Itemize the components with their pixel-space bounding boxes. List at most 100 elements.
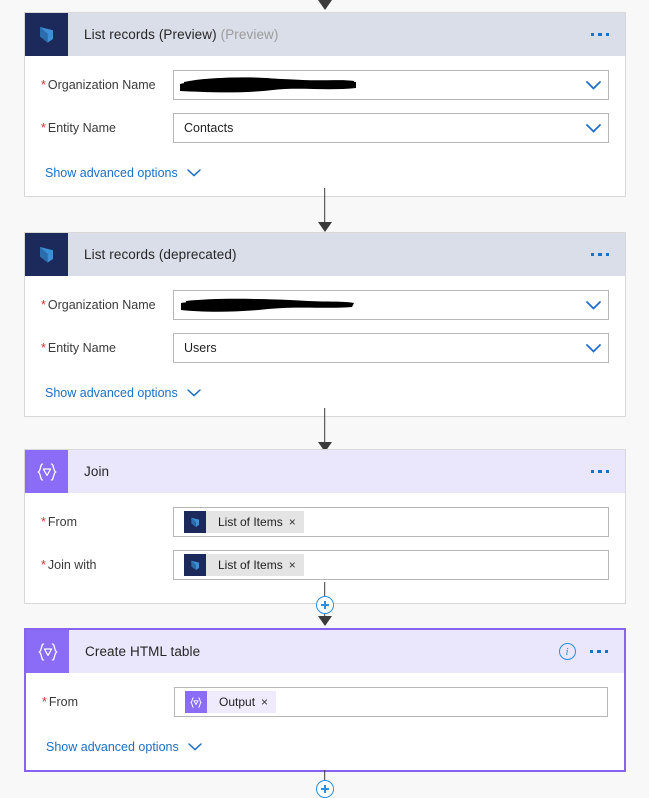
field-label-text: Organization Name [47, 298, 156, 312]
more-options-button[interactable] [590, 249, 609, 261]
field-label: * Join with [41, 558, 173, 572]
card-title: List records (deprecated) [84, 247, 237, 262]
field-label-text: Entity Name [47, 121, 116, 135]
redaction-marker [178, 293, 358, 318]
from-token-input[interactable]: Output × [174, 687, 608, 717]
info-icon[interactable]: i [558, 643, 576, 660]
field-label-text: Organization Name [47, 78, 156, 92]
connector-line-2 [324, 408, 326, 446]
card-title-suffix: (Preview) [220, 27, 279, 42]
action-card-create-html-table[interactable]: Create HTML table i * From Output × Show… [24, 628, 626, 772]
flow-designer-canvas: List records (Preview) (Preview) * Organi… [0, 0, 649, 798]
more-options-button[interactable] [589, 646, 608, 658]
data-operations-icon [26, 630, 69, 673]
card-header[interactable]: List records (deprecated) [25, 233, 625, 276]
redaction-marker [178, 73, 358, 98]
field-label: * Entity Name [41, 341, 173, 355]
entity-name-value: Users [184, 341, 217, 355]
data-operations-icon [25, 450, 68, 493]
field-label-text: From [48, 695, 79, 709]
card-body: * Organization Name * Entity [25, 56, 625, 196]
required-asterisk: * [42, 695, 47, 709]
token-label: List of Items [218, 515, 283, 529]
required-asterisk: * [41, 78, 46, 92]
field-label: * From [42, 695, 174, 709]
remove-token-icon[interactable]: × [289, 559, 304, 571]
card-header[interactable]: Create HTML table i [26, 630, 624, 673]
field-join-with: * Join with List of Items × [41, 550, 609, 580]
data-operations-icon [185, 691, 207, 713]
chevron-down-icon[interactable] [582, 123, 604, 133]
show-advanced-options-link[interactable]: Show advanced options [42, 730, 608, 770]
field-label-text: Join with [47, 558, 97, 572]
chevron-down-icon [186, 389, 201, 397]
organization-name-dropdown[interactable] [173, 70, 609, 100]
field-organization-name: * Organization Name [41, 290, 609, 320]
field-label: * Organization Name [41, 78, 173, 92]
chevron-down-icon[interactable] [582, 300, 604, 310]
remove-token-icon[interactable]: × [289, 516, 304, 528]
show-advanced-options-label: Show advanced options [45, 166, 178, 180]
card-body: * Organization Name * Entity [25, 276, 625, 416]
field-from: * From Output × [42, 687, 608, 717]
dynamics365-icon [184, 554, 206, 576]
action-card-list-records-preview[interactable]: List records (Preview) (Preview) * Organi… [24, 12, 626, 197]
chevron-down-icon[interactable] [582, 80, 604, 90]
card-title-text: List records (Preview) [84, 27, 217, 42]
field-label-text: Entity Name [47, 341, 116, 355]
more-options-button[interactable] [590, 29, 609, 41]
card-title-text: Create HTML table [85, 644, 201, 659]
card-title-text: Join [84, 464, 110, 479]
token-chip[interactable]: Output × [185, 691, 277, 713]
card-body: * From Output × Show advanced options [26, 673, 624, 770]
remove-token-icon[interactable]: × [261, 696, 276, 708]
card-title-text: List records (deprecated) [84, 247, 237, 262]
card-title: List records (Preview) (Preview) [84, 27, 279, 42]
show-advanced-options-label: Show advanced options [45, 386, 178, 400]
connector-arrow-top [318, 0, 332, 10]
dynamics365-icon [25, 233, 68, 276]
token-label: List of Items [218, 558, 283, 572]
action-card-join[interactable]: Join * From List of Items × * Join with … [24, 449, 626, 604]
entity-name-dropdown[interactable]: Contacts [173, 113, 609, 143]
chevron-down-icon [186, 169, 201, 177]
card-header[interactable]: List records (Preview) (Preview) [25, 13, 625, 56]
required-asterisk: * [41, 121, 46, 135]
from-token-input[interactable]: List of Items × [173, 507, 609, 537]
more-options-button[interactable] [590, 466, 609, 478]
connector-line-3a [324, 582, 326, 596]
required-asterisk: * [41, 341, 46, 355]
token-chip[interactable]: List of Items × [184, 554, 304, 576]
required-asterisk: * [41, 515, 46, 529]
dynamics365-icon [25, 13, 68, 56]
organization-name-dropdown[interactable] [173, 290, 609, 320]
field-entity-name: * Entity Name Users [41, 333, 609, 363]
chevron-down-icon[interactable] [582, 343, 604, 353]
field-label: * Organization Name [41, 298, 173, 312]
join-with-token-input[interactable]: List of Items × [173, 550, 609, 580]
token-chip[interactable]: List of Items × [184, 511, 304, 533]
show-advanced-options-label: Show advanced options [46, 740, 179, 754]
field-organization-name: * Organization Name [41, 70, 609, 100]
field-label-text: From [47, 515, 78, 529]
entity-name-dropdown[interactable]: Users [173, 333, 609, 363]
connector-line-1 [324, 188, 326, 226]
connector-arrow-3 [318, 616, 332, 626]
required-asterisk: * [41, 298, 46, 312]
field-from: * From List of Items × [41, 507, 609, 537]
entity-name-value: Contacts [184, 121, 234, 135]
card-header[interactable]: Join [25, 450, 625, 493]
dynamics365-icon [184, 511, 206, 533]
action-card-list-records-deprecated[interactable]: List records (deprecated) * Organization … [24, 232, 626, 417]
chevron-down-icon [187, 743, 202, 751]
connector-arrow-1 [318, 222, 332, 232]
card-title: Create HTML table [85, 644, 200, 659]
required-asterisk: * [41, 558, 46, 572]
field-entity-name: * Entity Name Contacts [41, 113, 609, 143]
card-title: Join [84, 464, 109, 479]
field-label: * Entity Name [41, 121, 173, 135]
field-label: * From [41, 515, 173, 529]
add-step-button-bottom[interactable] [316, 780, 334, 798]
add-step-button[interactable] [316, 596, 334, 614]
token-label: Output [219, 695, 256, 709]
